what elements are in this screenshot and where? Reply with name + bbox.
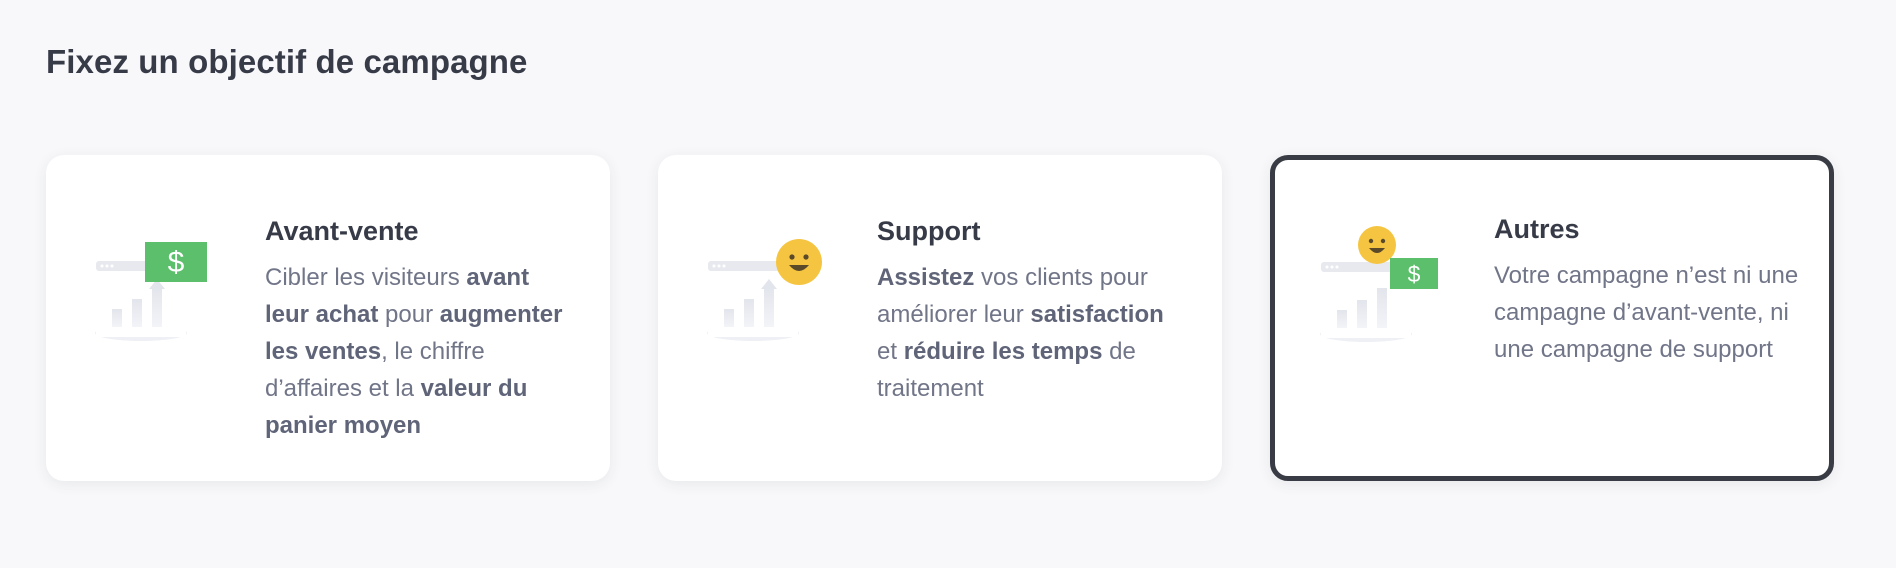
emphasis-text: satisfaction xyxy=(1030,301,1164,328)
description-text: et xyxy=(877,338,904,365)
smiley-icon xyxy=(776,239,822,285)
objective-card-autres[interactable]: $ Autres Votre campagne n’est ni une cam… xyxy=(1270,155,1834,481)
other-chart-smiley-dollar-icon: $ xyxy=(1320,226,1438,342)
card-content: Support Assistez vos clients pour amélio… xyxy=(877,216,1187,407)
description-text: Cibler les visiteurs xyxy=(265,264,467,291)
objective-card-support[interactable]: Support Assistez vos clients pour amélio… xyxy=(658,155,1222,481)
objective-card-avant-vente[interactable]: $ Avant-vente Cibler les visiteurs avant… xyxy=(46,155,610,481)
description-text: pour xyxy=(378,301,440,328)
page-title: Fixez un objectif de campagne xyxy=(46,43,528,80)
card-description: Cibler les visiteurs avant leur achat po… xyxy=(265,259,575,444)
emphasis-text: réduire les temps xyxy=(903,338,1103,365)
card-description: Assistez vos clients pour améliorer leur… xyxy=(877,259,1187,407)
card-title: Support xyxy=(877,216,981,246)
support-chart-smiley-icon xyxy=(707,239,822,341)
dollar-sign-icon: $ xyxy=(1408,261,1421,287)
emphasis-text: Assistez xyxy=(877,264,975,291)
presale-chart-dollar-icon: $ xyxy=(95,242,207,341)
card-description: Votre campagne n’est ni une campagne d’a… xyxy=(1494,257,1804,368)
card-content: Autres Votre campagne n’est ni une campa… xyxy=(1494,214,1804,368)
objective-card-list: $ Avant-vente Cibler les visiteurs avant… xyxy=(46,155,1834,481)
card-title: Avant-vente xyxy=(265,216,419,246)
description-text: Votre campagne n’est ni une campagne d’a… xyxy=(1494,262,1799,363)
dollar-sign-icon: $ xyxy=(168,246,185,279)
card-title: Autres xyxy=(1494,214,1580,244)
card-content: Avant-vente Cibler les visiteurs avant l… xyxy=(265,216,575,444)
